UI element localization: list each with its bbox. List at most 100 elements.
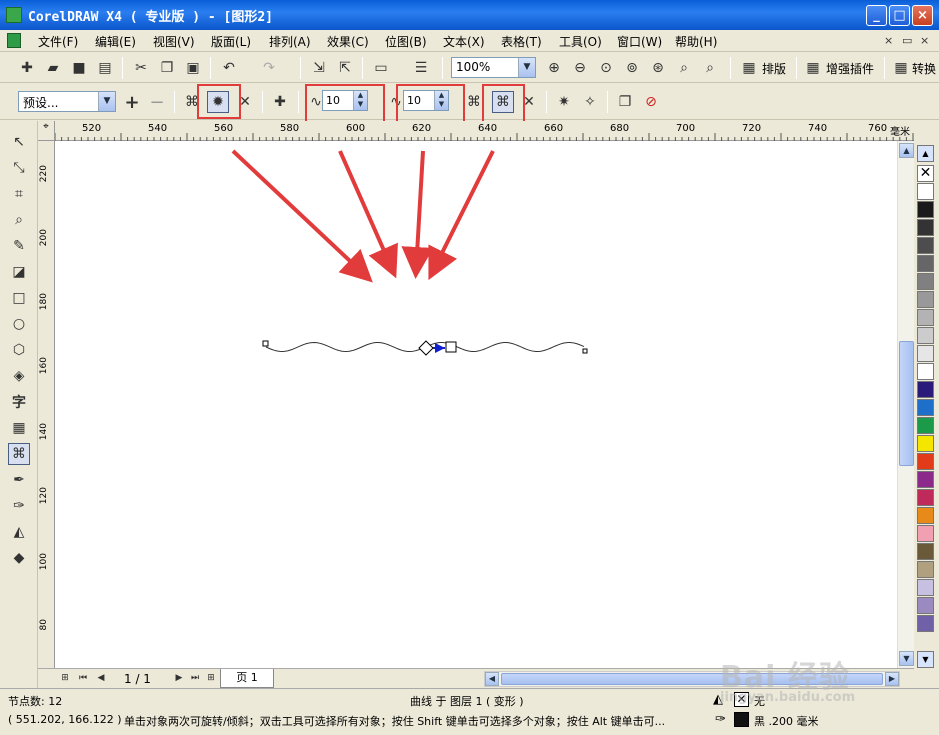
add-page-before-icon[interactable]: ⊞ <box>58 671 72 685</box>
paste-icon[interactable]: ▣ <box>182 57 204 79</box>
menu-bitmaps[interactable]: 位图(B) <box>385 33 427 50</box>
menu-window[interactable]: 窗口(W) <box>617 33 662 50</box>
zoom-level-select[interactable]: 100% ▼ <box>451 57 536 78</box>
zoom-width-icon[interactable]: ⌕ <box>673 57 695 79</box>
basic-shapes-tool-icon[interactable]: ◈ <box>8 365 30 387</box>
enhance-plugin-icon[interactable]: ▦ <box>802 57 824 79</box>
color-swatch[interactable] <box>917 471 934 488</box>
maximize-button[interactable]: □ <box>889 5 910 26</box>
color-swatch[interactable] <box>917 183 934 200</box>
import-icon[interactable]: ⇲ <box>308 57 330 79</box>
interactive-distortion-tool-icon[interactable]: ⌘ <box>8 443 30 465</box>
scroll-right-button[interactable]: ▶ <box>885 672 899 686</box>
color-swatch[interactable] <box>917 561 934 578</box>
undo-icon[interactable]: ↶ <box>218 57 240 79</box>
palette-scroll-up-icon[interactable]: ▲ <box>917 145 934 162</box>
welcome-screen-icon[interactable]: ☰ <box>410 57 432 79</box>
color-swatch[interactable] <box>917 345 934 362</box>
scroll-down-button[interactable]: ▼ <box>899 651 914 666</box>
vertical-scrollbar[interactable]: ▲ ▼ <box>897 141 914 668</box>
menu-arrange[interactable]: 排列(A) <box>269 33 311 50</box>
zoom-height-icon[interactable]: ⌕ <box>699 57 721 79</box>
fill-tool-icon[interactable]: ◭ <box>8 521 30 543</box>
copy-distortion-icon[interactable]: ✷ <box>553 91 575 113</box>
color-swatch[interactable] <box>917 363 934 380</box>
redo-icon[interactable]: ↷ <box>258 57 280 79</box>
color-swatch[interactable] <box>917 417 934 434</box>
zoom-selected-icon[interactable]: ⊙ <box>595 57 617 79</box>
menu-help[interactable]: 帮助(H) <box>675 33 717 50</box>
color-swatch[interactable] <box>917 291 934 308</box>
rectangle-tool-icon[interactable]: □ <box>8 287 30 309</box>
export-icon[interactable]: ⇱ <box>334 57 356 79</box>
menu-view[interactable]: 视图(V) <box>153 33 195 50</box>
open-folder-icon[interactable]: ▰ <box>42 57 64 79</box>
menu-edit[interactable]: 编辑(E) <box>95 33 136 50</box>
color-swatch[interactable] <box>917 579 934 596</box>
color-swatch[interactable] <box>917 327 934 344</box>
distortion-end-handle[interactable] <box>445 341 457 353</box>
last-page-icon[interactable]: ⏭ <box>188 671 202 685</box>
vertical-scroll-thumb[interactable] <box>899 341 914 466</box>
prev-page-icon[interactable]: ◀ <box>94 671 108 685</box>
center-distortion-icon[interactable]: ✚ <box>269 91 291 113</box>
mdi-close-button[interactable]: × <box>920 34 929 47</box>
first-page-icon[interactable]: ⏮ <box>76 671 90 685</box>
ellipse-tool-icon[interactable]: ○ <box>8 313 30 335</box>
remove-preset-icon[interactable]: − <box>146 91 168 113</box>
mdi-restore-button[interactable]: ▭ <box>902 34 912 47</box>
color-swatch[interactable] <box>917 399 934 416</box>
color-swatch[interactable] <box>917 219 934 236</box>
color-swatch[interactable] <box>917 201 934 218</box>
color-swatch[interactable] <box>917 543 934 560</box>
outline-color-swatch[interactable] <box>734 712 749 727</box>
save-icon[interactable]: ■ <box>68 57 90 79</box>
smart-fill-tool-icon[interactable]: ◪ <box>8 261 30 283</box>
color-swatch[interactable] <box>917 273 934 290</box>
drawing-canvas[interactable] <box>55 141 897 668</box>
color-swatch[interactable] <box>917 597 934 614</box>
minimize-button[interactable]: _ <box>866 5 887 26</box>
chevron-down-icon[interactable]: ▼ <box>98 92 115 111</box>
pick-tool-icon[interactable]: ↖ <box>8 131 30 153</box>
color-swatch[interactable] <box>917 489 934 506</box>
text-tool-icon[interactable]: 字 <box>8 391 30 413</box>
zoom-in-icon[interactable]: ⊕ <box>543 57 565 79</box>
copy-icon[interactable]: ❐ <box>156 57 178 79</box>
color-swatch[interactable] <box>917 615 934 632</box>
end-node-handle[interactable] <box>582 348 588 354</box>
preset-select[interactable]: 预设... ▼ <box>18 91 116 112</box>
menu-effects[interactable]: 效果(C) <box>327 33 369 50</box>
outline-pen-tool-icon[interactable]: ✑ <box>8 495 30 517</box>
color-swatch[interactable] <box>917 381 934 398</box>
color-swatch[interactable] <box>917 309 934 326</box>
clear-distortion-icon[interactable]: ✧ <box>579 91 601 113</box>
color-swatch[interactable] <box>917 453 934 470</box>
table-tool-icon[interactable]: ▦ <box>8 417 30 439</box>
no-color-swatch[interactable]: ✕ <box>917 165 934 182</box>
print-icon[interactable]: ▤ <box>94 57 116 79</box>
add-preset-icon[interactable]: + <box>121 91 143 113</box>
menu-table[interactable]: 表格(T) <box>501 33 542 50</box>
freehand-tool-icon[interactable]: ✎ <box>8 235 30 257</box>
zoom-all-icon[interactable]: ⊚ <box>621 57 643 79</box>
scroll-up-button[interactable]: ▲ <box>899 143 914 158</box>
typesetting-icon[interactable]: ▦ <box>738 57 760 79</box>
polygon-tool-icon[interactable]: ⬡ <box>8 339 30 361</box>
distortion-arrow-handle[interactable] <box>435 343 445 353</box>
page-tab-1[interactable]: 页 1 <box>220 669 274 688</box>
zoom-tool-icon[interactable]: ⌕ <box>8 209 30 231</box>
next-page-icon[interactable]: ▶ <box>172 671 186 685</box>
color-swatch[interactable] <box>917 255 934 272</box>
application-launcher-icon[interactable]: ▭ <box>370 57 392 79</box>
no-distortion-icon[interactable]: ⊘ <box>640 91 662 113</box>
crop-tool-icon[interactable]: ⌗ <box>8 183 30 205</box>
interactive-fill-tool-icon[interactable]: ◆ <box>8 547 30 569</box>
color-swatch[interactable] <box>917 237 934 254</box>
document-icon[interactable] <box>7 33 21 48</box>
menu-layout[interactable]: 版面(L) <box>211 33 251 50</box>
new-document-icon[interactable]: ✚ <box>16 57 38 79</box>
convert-label[interactable]: 转换 <box>912 60 936 77</box>
chevron-down-icon[interactable]: ▼ <box>518 58 535 77</box>
color-swatch[interactable] <box>917 507 934 524</box>
